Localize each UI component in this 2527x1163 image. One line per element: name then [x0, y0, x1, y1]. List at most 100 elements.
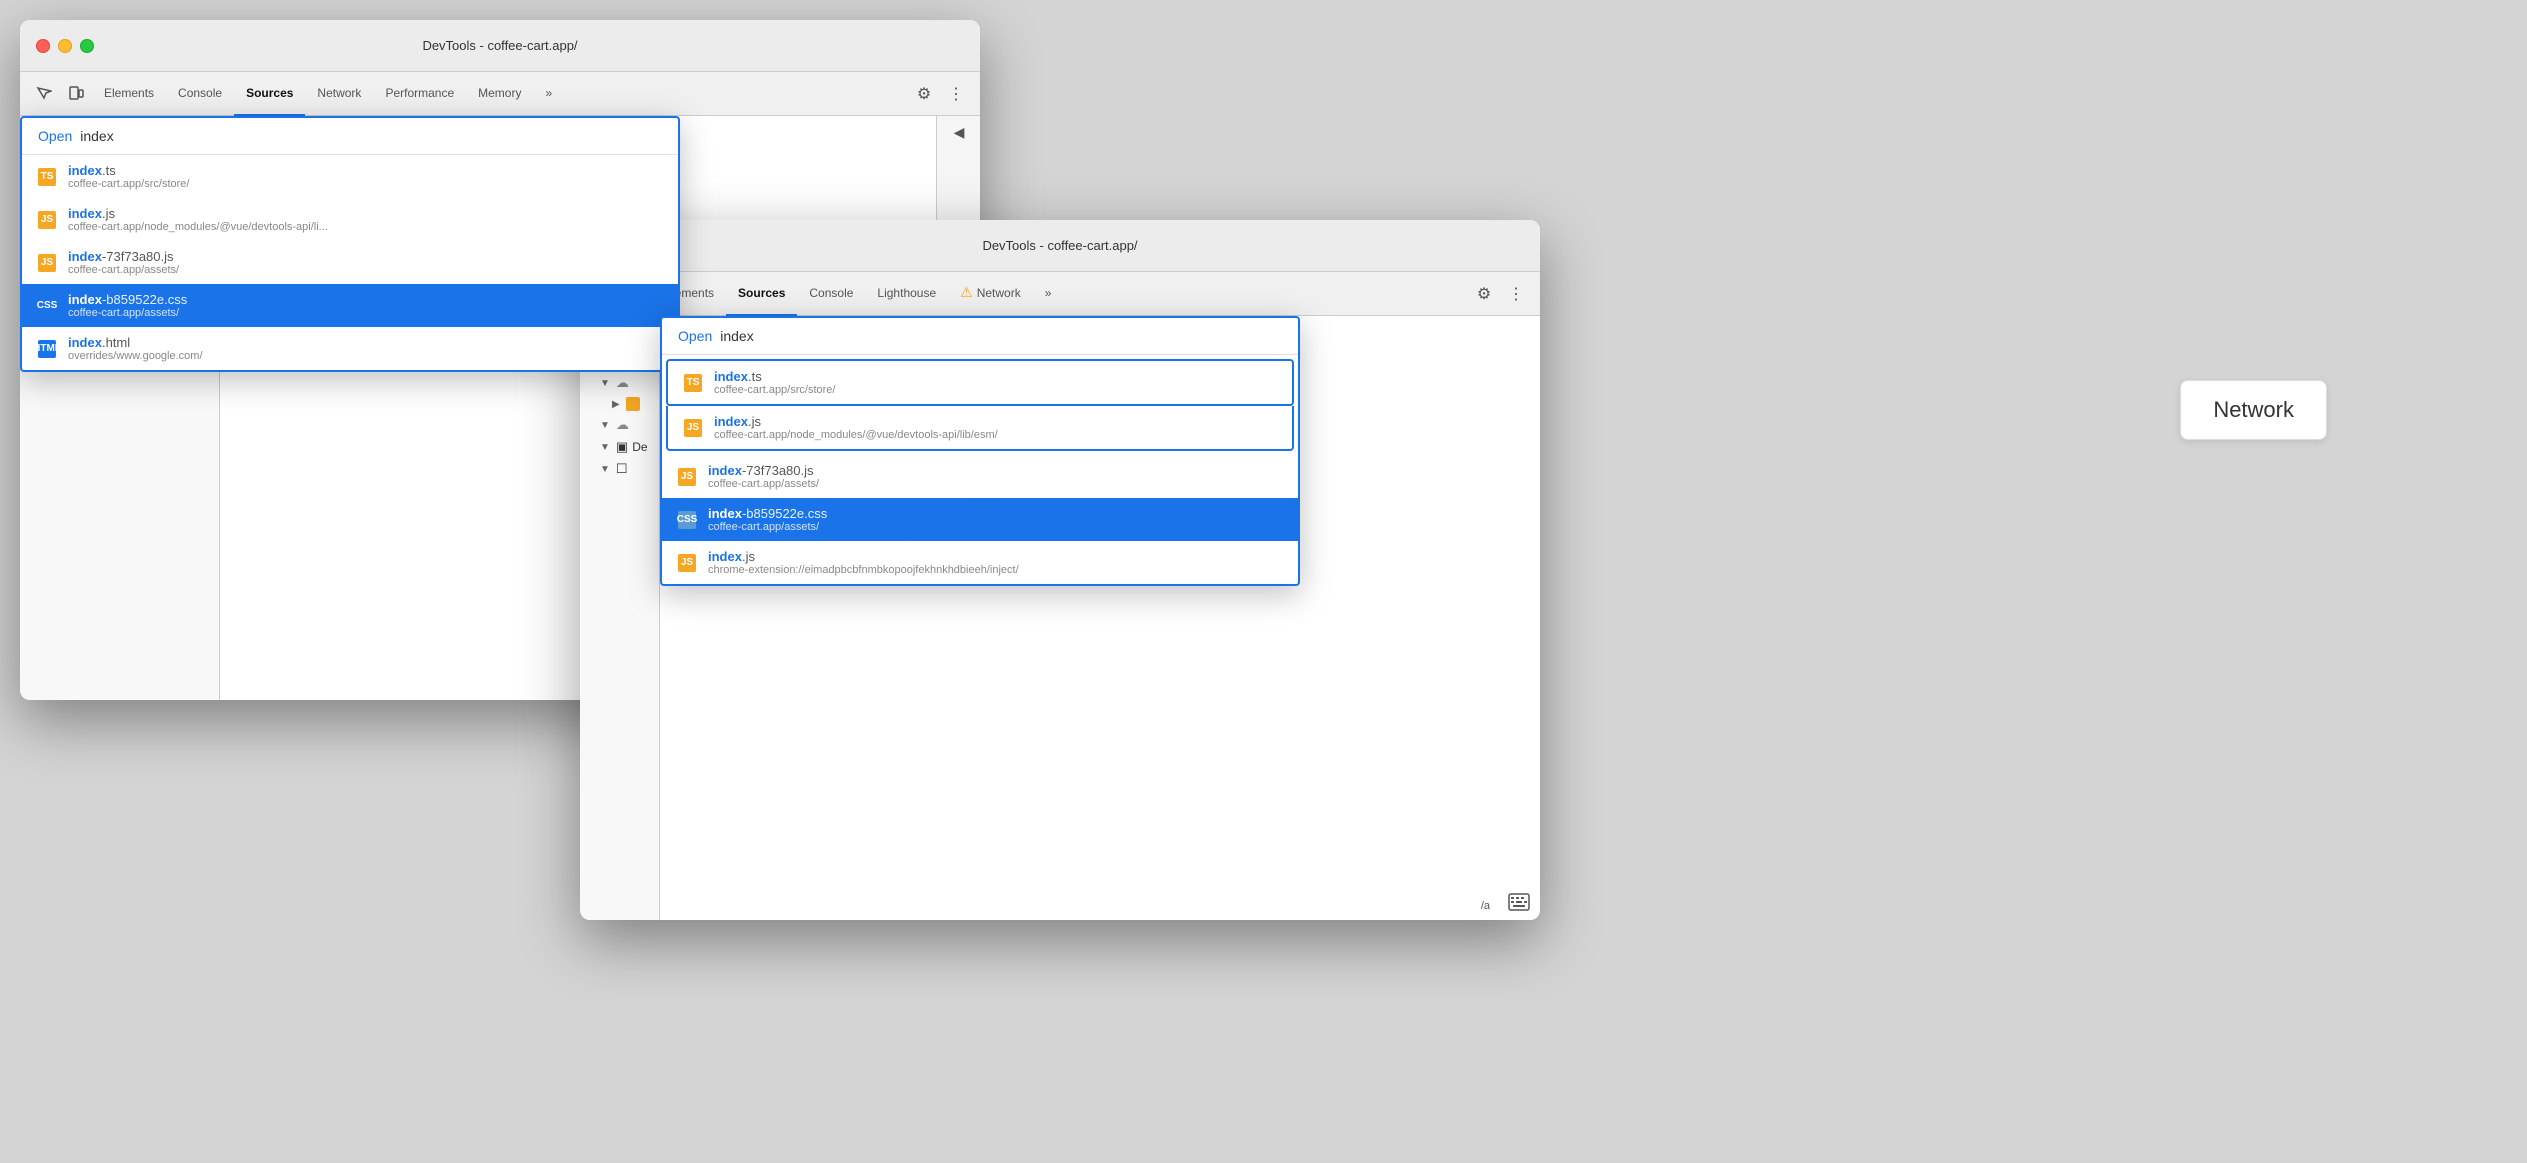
filename-ext: -73f73a80.js	[102, 249, 174, 264]
shortcut-hint: /a	[1481, 900, 1490, 912]
tab-lighthouse-front[interactable]: Lighthouse	[865, 272, 948, 316]
result-filename-back-2: index.js	[68, 206, 328, 221]
result-info-back-1: index.ts coffee-cart.app/src/store/	[68, 163, 189, 190]
filename-ext: .ts	[102, 163, 116, 178]
result-path-front-1: coffee-cart.app/src/store/	[714, 384, 835, 396]
ts-icon-back-1: TS	[38, 168, 56, 186]
result-item-back-5[interactable]: HTML index.html overrides/www.google.com…	[22, 327, 678, 370]
filename-bold-f4: index	[708, 506, 742, 521]
result-item-back-4[interactable]: CSS index-b859522e.css coffee-cart.app/a…	[22, 284, 678, 327]
tree-label-front-5: De	[632, 440, 647, 454]
result-path-back-1: coffee-cart.app/src/store/	[68, 178, 189, 190]
result-filename-back-5: index.html	[68, 335, 203, 350]
tree-item-front-4[interactable]: ▼ ☁	[580, 414, 659, 436]
tab-console-front[interactable]: Console	[797, 272, 865, 316]
tab-sources-back[interactable]: Sources	[234, 72, 305, 116]
filename-bold: index	[68, 335, 102, 350]
result-filename-front-1: index.ts	[714, 369, 835, 384]
settings-icon-back[interactable]: ⚙	[908, 78, 940, 110]
inspect-icon[interactable]	[28, 78, 60, 110]
quick-open-label-back: Open	[38, 128, 72, 144]
filename-ext-f3: -73f73a80.js	[742, 463, 814, 478]
result-filename-front-2: index.js	[714, 414, 998, 429]
minimize-button-back[interactable]	[58, 39, 72, 53]
result-item-front-3[interactable]: JS index-73f73a80.js coffee-cart.app/ass…	[662, 455, 1298, 498]
result-info-front-1: index.ts coffee-cart.app/src/store/	[714, 369, 835, 396]
devtools-window-front: DevTools - coffee-cart.app/ Elements Sou…	[580, 220, 1540, 920]
result-path-back-3: coffee-cart.app/assets/	[68, 264, 179, 276]
result-info-front-5: index.js chrome-extension://eimadpbcbfnm…	[708, 549, 1019, 576]
tab-network-front[interactable]: ⚠ Network	[948, 272, 1033, 316]
tree-item-front-2[interactable]: ▼ ☁	[580, 372, 659, 394]
filename-ext: .html	[102, 335, 130, 350]
result-info-front-2: index.js coffee-cart.app/node_modules/@v…	[714, 414, 998, 441]
maximize-button-back[interactable]	[80, 39, 94, 53]
filename-ext-f5: .js	[742, 549, 755, 564]
result-item-back-3[interactable]: JS index-73f73a80.js coffee-cart.app/ass…	[22, 241, 678, 284]
orange-sq-front	[626, 397, 640, 411]
filename-bold-f5: index	[708, 549, 742, 564]
traffic-lights-back	[20, 39, 94, 53]
result-info-front-4: index-b859522e.css coffee-cart.app/asset…	[708, 506, 827, 533]
result-info-back-4: index-b859522e.css coffee-cart.app/asset…	[68, 292, 187, 319]
quick-open-input-back[interactable]	[80, 128, 662, 144]
quick-open-input-row-front: Open	[662, 318, 1298, 355]
js-icon-front-2: JS	[684, 419, 702, 437]
tab-more-back[interactable]: »	[533, 72, 564, 116]
sidebar-front: Page ▼ </> Au ▼ ☁ ▶ ▼ ☁	[580, 316, 660, 920]
devtools-toolbar-back: Elements Console Sources Network Perform…	[20, 72, 980, 116]
tree-item-front-3[interactable]: ▶	[580, 394, 659, 414]
filename-bold: index	[68, 163, 102, 178]
title-bar-front: DevTools - coffee-cart.app/	[580, 220, 1540, 272]
result-info-back-3: index-73f73a80.js coffee-cart.app/assets…	[68, 249, 179, 276]
tree-arrow-front-5: ▼	[600, 442, 610, 453]
result-path-front-3: coffee-cart.app/assets/	[708, 478, 819, 490]
tree-item-front-6[interactable]: ▼ ☐	[580, 458, 659, 480]
quick-open-input-front[interactable]	[720, 328, 1282, 344]
collapse-button-back[interactable]: ◀	[937, 116, 980, 148]
html-icon-back-5: HTML	[38, 340, 56, 358]
js-icon-front-3: JS	[678, 468, 696, 486]
result-filename-front-5: index.js	[708, 549, 1019, 564]
result-item-front-5[interactable]: JS index.js chrome-extension://eimadpbcb…	[662, 541, 1298, 584]
devtools-content-front: Page ▼ </> Au ▼ ☁ ▶ ▼ ☁	[580, 316, 1540, 920]
result-info-front-3: index-73f73a80.js coffee-cart.app/assets…	[708, 463, 819, 490]
filename-bold: index	[68, 206, 102, 221]
tab-console-back[interactable]: Console	[166, 72, 234, 116]
tab-network-back[interactable]: Network	[305, 72, 373, 116]
tab-performance-back[interactable]: Performance	[373, 72, 466, 116]
network-text: Network	[2213, 397, 2294, 422]
ts-icon-front-1: TS	[684, 374, 702, 392]
result-path-front-2: coffee-cart.app/node_modules/@vue/devtoo…	[714, 429, 998, 441]
filename-ext-f1: .ts	[748, 369, 762, 384]
tab-sources-front[interactable]: Sources	[726, 272, 797, 316]
device-icon[interactable]	[60, 78, 92, 110]
filename-bold: index	[68, 249, 102, 264]
result-path-back-5: overrides/www.google.com/	[68, 350, 203, 362]
result-filename-back-1: index.ts	[68, 163, 189, 178]
result-item-back-1[interactable]: TS index.ts coffee-cart.app/src/store/	[22, 155, 678, 198]
result-path-back-2: coffee-cart.app/node_modules/@vue/devtoo…	[68, 221, 328, 233]
result-item-front-2[interactable]: JS index.js coffee-cart.app/node_modules…	[666, 406, 1294, 451]
quick-open-label-front: Open	[678, 328, 712, 344]
quick-open-results-front: TS index.ts coffee-cart.app/src/store/ J…	[662, 355, 1298, 584]
more-icon-back[interactable]: ⋮	[940, 78, 972, 110]
warning-icon: ⚠	[960, 284, 973, 301]
tab-elements-back[interactable]: Elements	[92, 72, 166, 116]
more-icon-front[interactable]: ⋮	[1500, 278, 1532, 310]
tree-item-front-5[interactable]: ▼ ▣ De	[580, 436, 659, 458]
close-button-back[interactable]	[36, 39, 50, 53]
tab-memory-back[interactable]: Memory	[466, 72, 533, 116]
result-item-front-4[interactable]: CSS index-b859522e.css coffee-cart.app/a…	[662, 498, 1298, 541]
window-title-front: DevTools - coffee-cart.app/	[982, 238, 1137, 253]
result-path-front-5: chrome-extension://eimadpbcbfnmbkopoojfe…	[708, 564, 1019, 576]
result-filename-back-4: index-b859522e.css	[68, 292, 187, 307]
result-item-front-1[interactable]: TS index.ts coffee-cart.app/src/store/	[666, 359, 1294, 406]
settings-icon-front[interactable]: ⚙	[1468, 278, 1500, 310]
result-item-back-2[interactable]: JS index.js coffee-cart.app/node_modules…	[22, 198, 678, 241]
css-icon-back-4: CSS	[38, 297, 56, 315]
quick-open-back: Open TS index.ts coffee-cart.app/src/sto…	[20, 116, 680, 372]
cube-icon-front: ▣	[616, 439, 628, 455]
tree-arrow-front: ▼	[600, 378, 610, 389]
tab-more-front[interactable]: »	[1033, 272, 1064, 316]
